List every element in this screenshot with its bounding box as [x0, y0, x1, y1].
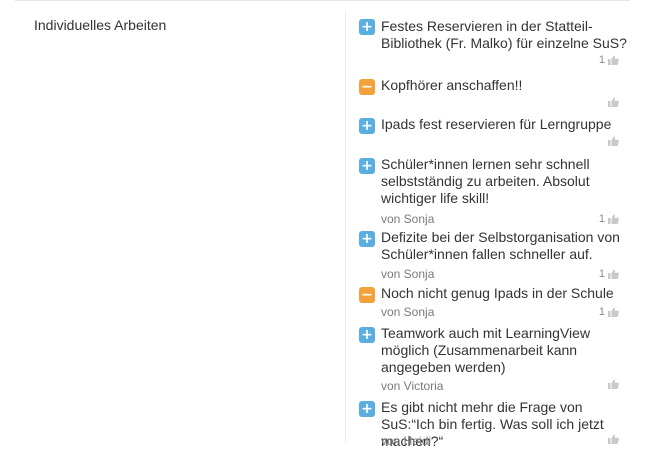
plus-icon[interactable]: + — [359, 231, 375, 247]
argument-item[interactable]: + Ipads fest reservieren für Lerngruppe — [346, 114, 631, 154]
argument-item[interactable]: + Defizite bei der Selbstorganisation vo… — [346, 227, 631, 284]
plus-icon[interactable]: + — [359, 327, 375, 343]
like-button[interactable] — [605, 136, 619, 146]
argument-item[interactable]: − Noch nicht genug Ipads in der Schule v… — [346, 283, 631, 323]
argument-list: + Festes Reservieren in der Statteil-Bib… — [345, 10, 631, 449]
like-count: 1 — [598, 306, 605, 318]
argument-text: Noch nicht genug Ipads in der Schule — [381, 285, 614, 301]
argument-item[interactable]: + Teamwork auch mit LearningView möglich… — [346, 323, 631, 398]
like-button[interactable]: 1 — [599, 212, 619, 226]
argument-item[interactable]: + Schüler*innen lernen sehr schnell selb… — [346, 153, 631, 228]
like-button[interactable]: 1 — [599, 305, 619, 319]
argument-author: von Sonja — [381, 267, 435, 281]
argument-text: Defizite bei der Selbstorganisation von … — [381, 229, 620, 262]
like-button[interactable] — [605, 97, 619, 107]
category-label: Individuelles Arbeiten — [34, 17, 167, 33]
thumbs-up-icon — [608, 269, 619, 279]
plus-icon[interactable]: + — [359, 401, 375, 417]
argument-author: von Victoria — [381, 379, 444, 393]
thumbs-up-icon — [608, 307, 619, 317]
like-button[interactable]: 1 — [599, 53, 619, 67]
minus-icon[interactable]: − — [359, 79, 375, 95]
argument-item[interactable]: + Es gibt nicht mehr die Frage von SuS:“… — [346, 396, 631, 449]
argument-text: Schüler*innen lernen sehr schnell selbst… — [381, 156, 590, 206]
thumbs-up-icon — [608, 55, 619, 65]
like-count: 1 — [598, 268, 605, 280]
like-button[interactable] — [605, 379, 619, 389]
minus-icon[interactable]: − — [359, 287, 375, 303]
argument-author: von Sonja — [381, 305, 435, 319]
thumbs-up-icon — [608, 97, 619, 107]
plus-icon[interactable]: + — [359, 19, 375, 35]
thumbs-up-icon — [608, 214, 619, 224]
argument-item[interactable]: − Kopfhörer anschaffen!! — [346, 75, 631, 115]
top-divider — [15, 0, 630, 1]
argument-text: Festes Reservieren in der Statteil-Bibli… — [381, 18, 627, 51]
argument-author: von Sonja — [381, 212, 435, 226]
argument-text: Kopfhörer anschaffen!! — [381, 77, 523, 93]
like-count: 1 — [598, 213, 605, 225]
argument-item[interactable]: + Festes Reservieren in der Statteil-Bib… — [346, 15, 631, 75]
like-count: 1 — [598, 54, 605, 66]
argument-text: Ipads fest reservieren für Lerngruppe — [381, 116, 612, 132]
argument-text: Teamwork auch mit LearningView möglich (… — [381, 325, 591, 375]
thumbs-up-icon — [608, 136, 619, 146]
argument-author: von Heidi — [381, 434, 432, 448]
thumbs-up-icon — [608, 379, 619, 389]
like-button[interactable]: 1 — [599, 267, 619, 281]
plus-icon[interactable]: + — [359, 118, 375, 134]
plus-icon[interactable]: + — [359, 158, 375, 174]
